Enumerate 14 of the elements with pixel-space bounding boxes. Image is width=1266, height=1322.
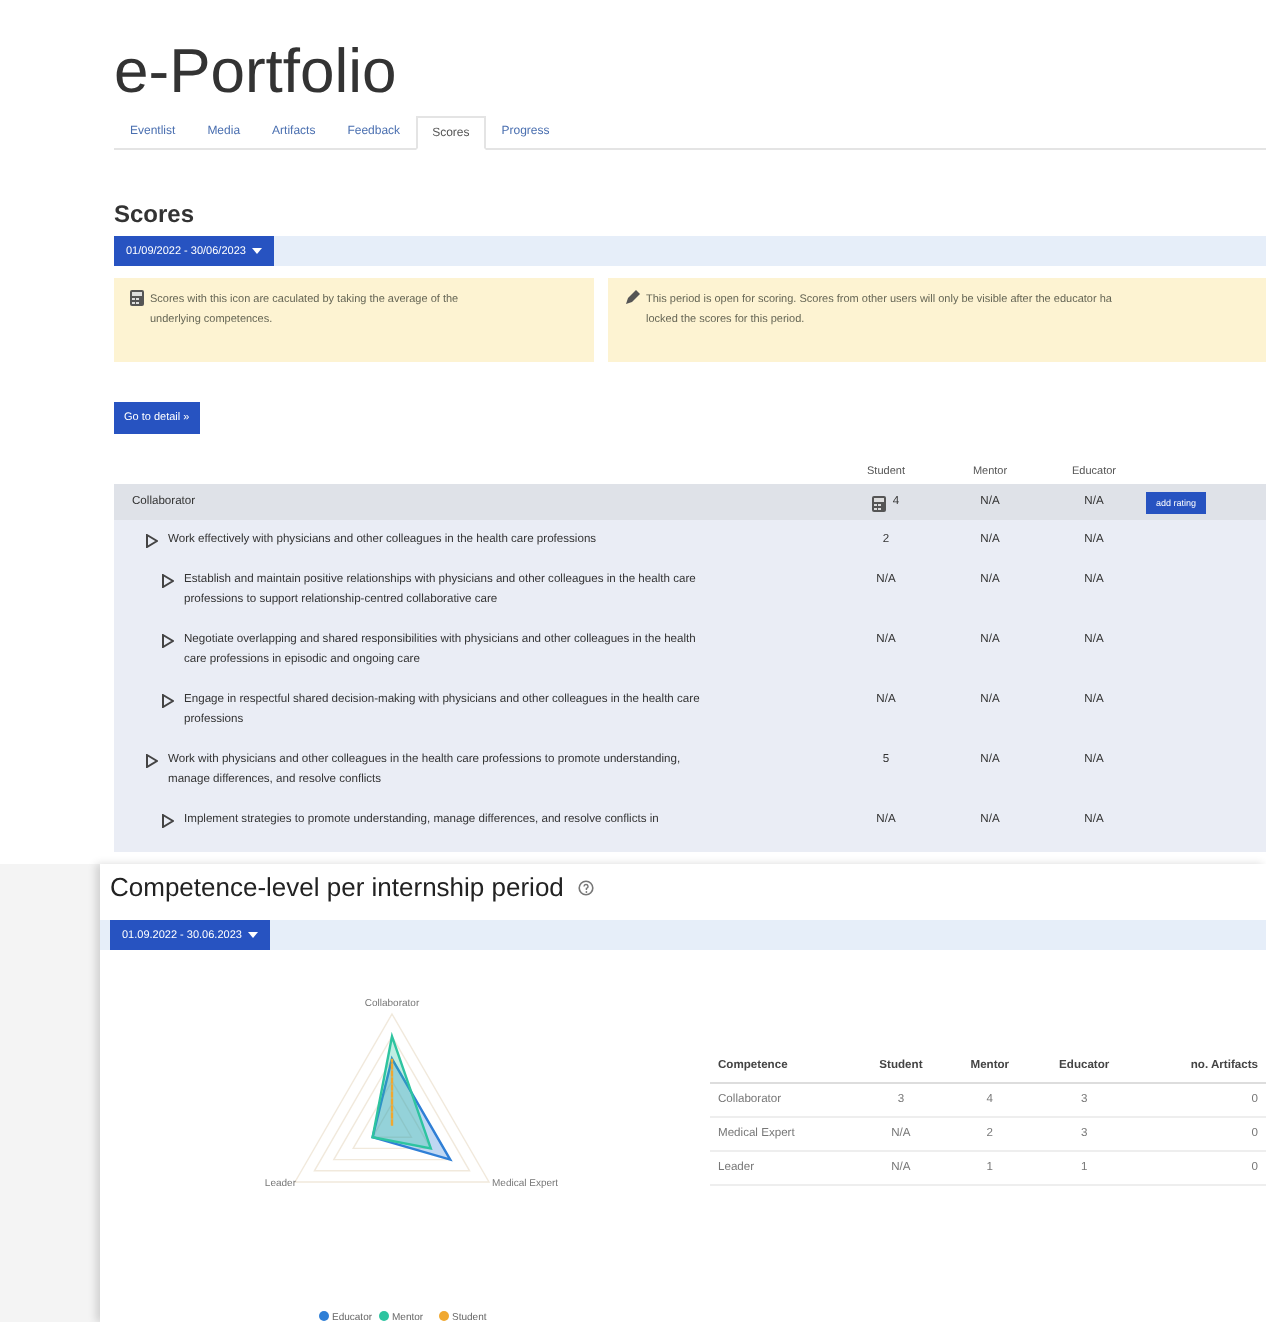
help-icon[interactable] [577, 879, 594, 895]
caret-icon [247, 931, 258, 939]
expand-icon[interactable] [162, 813, 174, 827]
calculator-icon [130, 290, 144, 306]
pencil-icon [624, 290, 640, 306]
expand-icon[interactable] [162, 573, 174, 587]
section-heading: Competence-level per internship period [110, 872, 564, 902]
caret-icon [251, 247, 262, 255]
expand-icon[interactable] [162, 633, 174, 647]
page-title: e-Portfolio [114, 36, 397, 108]
expand-icon[interactable] [146, 533, 158, 547]
section-heading: Scores [114, 200, 195, 228]
expand-icon[interactable] [162, 693, 174, 707]
expand-icon[interactable] [146, 753, 158, 767]
